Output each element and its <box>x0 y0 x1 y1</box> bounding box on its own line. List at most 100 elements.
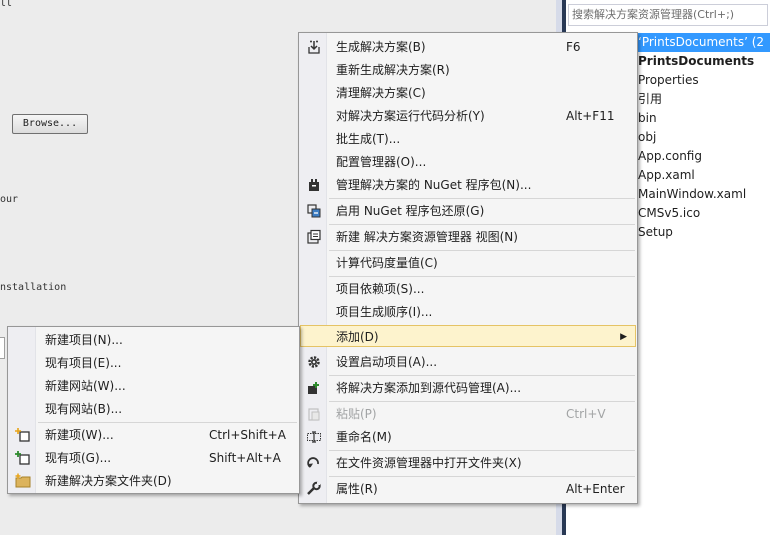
menu-item-enable-package-restore[interactable]: 启用 NuGet 程序包还原(G) <box>300 200 636 222</box>
menu-item-label: 批生成(T)... <box>336 132 401 146</box>
open-folder-arrow-icon <box>306 455 322 471</box>
menu-item-label: 对解决方案运行代码分析(Y) <box>336 109 485 123</box>
menu-item-shortcut: F6 <box>566 40 581 54</box>
menu-item-label: 生成解决方案(B) <box>336 40 426 54</box>
menu-item-label: 新建 解决方案资源管理器 视图(N) <box>336 230 518 244</box>
menu-item-shortcut: Alt+Enter <box>566 482 625 496</box>
menu-item-project-dependencies[interactable]: 项目依赖项(S)... <box>300 278 636 300</box>
browse-button[interactable]: Browse... <box>12 114 88 134</box>
submenu-item-existing-project[interactable]: 现有项目(E)... <box>9 352 298 374</box>
menu-item-label: 配置管理器(O)... <box>336 155 427 169</box>
menu-item-label: 新建项目(N)... <box>45 333 123 347</box>
nuget-icon <box>306 177 322 193</box>
menu-item-build-order[interactable]: 项目生成顺序(I)... <box>300 301 636 323</box>
menu-item-properties[interactable]: 属性(R) Alt+Enter <box>300 478 636 500</box>
menu-item-label: 重新生成解决方案(R) <box>336 63 450 77</box>
menu-item-batch-build[interactable]: 批生成(T)... <box>300 128 636 150</box>
menu-item-label: 现有项(G)... <box>45 451 112 465</box>
menu-separator <box>38 422 297 423</box>
menu-item-manage-nuget[interactable]: 管理解决方案的 NuGet 程序包(N)... <box>300 174 636 196</box>
submenu-item-existing-item[interactable]: 现有项(G)... Shift+Alt+A <box>9 447 298 469</box>
menu-item-label: 现有网站(B)... <box>45 402 123 416</box>
tree-item-label: ‘PrintsDocuments’ (2 <box>638 35 765 49</box>
menu-item-shortcut: Ctrl+Shift+A <box>209 428 286 442</box>
tree-item-label: Properties <box>638 73 699 87</box>
solution-search-input[interactable]: 搜索解决方案资源管理器(Ctrl+;) <box>568 4 768 26</box>
menu-separator <box>329 198 635 199</box>
menu-item-label: 新建项(W)... <box>45 428 114 442</box>
menu-item-label: 新建解决方案文件夹(D) <box>45 474 172 488</box>
new-view-icon <box>306 229 322 245</box>
menu-item-label: 清理解决方案(C) <box>336 86 426 100</box>
menu-item-rename[interactable]: 重命名(M) <box>300 426 636 448</box>
submenu-item-existing-website[interactable]: 现有网站(B)... <box>9 398 298 420</box>
menu-item-code-metrics[interactable]: 计算代码度量值(C) <box>300 252 636 274</box>
wrench-icon <box>306 481 322 497</box>
tree-item-label: bin <box>638 111 657 125</box>
submenu-item-new-project[interactable]: 新建项目(N)... <box>9 329 298 351</box>
menu-item-label: 设置启动项目(A)... <box>336 355 438 369</box>
tree-item-label: PrintsDocuments <box>638 54 755 68</box>
menu-item-add[interactable]: 添加(D) ▶ <box>300 325 636 347</box>
source-control-icon <box>306 380 322 396</box>
menu-separator <box>329 276 635 277</box>
menu-item-code-analysis[interactable]: 对解决方案运行代码分析(Y) Alt+F11 <box>300 105 636 127</box>
menu-item-label: 重命名(M) <box>336 430 392 444</box>
text-fragment-installation: nstallation <box>0 282 67 293</box>
menu-item-label: 项目生成顺序(I)... <box>336 305 433 319</box>
menu-item-label: 粘贴(P) <box>336 407 377 421</box>
menu-separator <box>329 476 635 477</box>
menu-item-clean-solution[interactable]: 清理解决方案(C) <box>300 82 636 104</box>
menu-separator <box>329 401 635 402</box>
menu-item-label: 管理解决方案的 NuGet 程序包(N)... <box>336 178 532 192</box>
submenu-item-new-website[interactable]: 新建网站(W)... <box>9 375 298 397</box>
add-submenu: 新建项目(N)... 现有项目(E)... 新建网站(W)... 现有网站(B)… <box>7 326 300 494</box>
build-icon <box>306 39 322 55</box>
menu-item-set-startup[interactable]: 设置启动项目(A)... <box>300 351 636 373</box>
paste-icon <box>306 406 322 422</box>
menu-item-shortcut: Alt+F11 <box>566 109 615 123</box>
menu-separator <box>329 375 635 376</box>
tree-item-label: App.xaml <box>638 168 695 182</box>
submenu-item-new-item[interactable]: 新建项(W)... Ctrl+Shift+A <box>9 424 298 446</box>
package-restore-icon <box>306 203 322 219</box>
submenu-arrow-icon: ▶ <box>620 332 627 342</box>
tree-item-label: Setup <box>638 225 673 239</box>
menu-item-rebuild-solution[interactable]: 重新生成解决方案(R) <box>300 59 636 81</box>
tree-item-label: 引用 <box>638 92 663 106</box>
tree-item-label: App.config <box>638 149 702 163</box>
menu-item-build-solution[interactable]: 生成解决方案(B) F6 <box>300 36 636 58</box>
menu-item-shortcut: Shift+Alt+A <box>209 451 281 465</box>
submenu-item-new-solution-folder[interactable]: 新建解决方案文件夹(D) <box>9 470 298 492</box>
menu-item-open-in-explorer[interactable]: 在文件资源管理器中打开文件夹(X) <box>300 452 636 474</box>
menu-item-new-explorer-view[interactable]: 新建 解决方案资源管理器 视图(N) <box>300 226 636 248</box>
menu-separator <box>329 450 635 451</box>
partial-textbox[interactable] <box>0 337 5 359</box>
solution-context-menu: 生成解决方案(B) F6 重新生成解决方案(R) 清理解决方案(C) 对解决方案… <box>298 32 638 504</box>
menu-item-label: 属性(R) <box>336 482 378 496</box>
menu-separator <box>329 250 635 251</box>
solution-folder-icon <box>15 473 31 489</box>
tree-item-label: obj <box>638 130 657 144</box>
rename-icon <box>306 429 322 445</box>
tree-item-label: CMSv5.ico <box>638 206 701 220</box>
menu-item-paste[interactable]: 粘贴(P) Ctrl+V <box>300 403 636 425</box>
text-fragment-top: ll <box>0 0 13 9</box>
new-item-icon <box>15 427 31 443</box>
menu-item-label: 项目依赖项(S)... <box>336 282 425 296</box>
menu-item-label: 将解决方案添加到源代码管理(A)... <box>336 381 522 395</box>
tree-item-label: MainWindow.xaml <box>638 187 747 201</box>
menu-separator <box>329 224 635 225</box>
gear-icon <box>306 354 322 370</box>
menu-item-add-source-control[interactable]: 将解决方案添加到源代码管理(A)... <box>300 377 636 399</box>
menu-item-label: 添加(D) <box>336 330 379 344</box>
existing-item-icon <box>15 450 31 466</box>
text-fragment-our: our <box>0 194 19 205</box>
menu-item-shortcut: Ctrl+V <box>566 407 606 421</box>
menu-item-label: 在文件资源管理器中打开文件夹(X) <box>336 456 522 470</box>
menu-item-configuration-manager[interactable]: 配置管理器(O)... <box>300 151 636 173</box>
menu-item-label: 启用 NuGet 程序包还原(G) <box>336 204 485 218</box>
menu-item-label: 新建网站(W)... <box>45 379 126 393</box>
menu-item-label: 计算代码度量值(C) <box>336 256 438 270</box>
menu-item-label: 现有项目(E)... <box>45 356 122 370</box>
